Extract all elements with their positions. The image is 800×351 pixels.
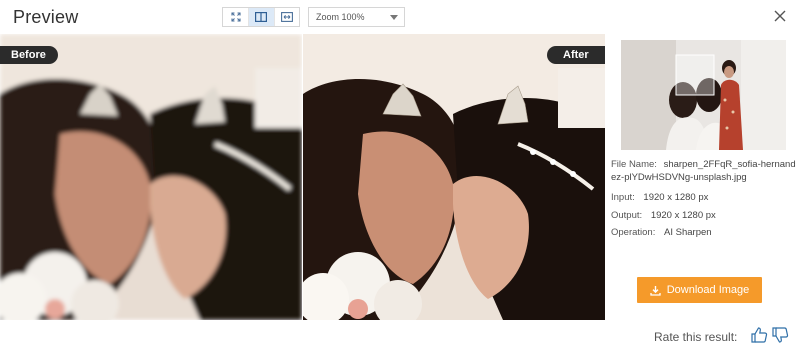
split-view-button[interactable]	[248, 8, 274, 26]
fullscreen-icon	[231, 12, 241, 22]
input-label: Input:	[611, 192, 635, 203]
before-label: Before	[0, 46, 58, 64]
operation-value: AI Sharpen	[664, 227, 712, 238]
compare-icon	[280, 12, 293, 22]
page-title: Preview	[13, 7, 79, 27]
zoom-value: Zoom 100%	[316, 12, 365, 22]
operation-label: Operation:	[611, 227, 656, 238]
close-icon[interactable]	[772, 8, 788, 24]
input-size-row: Input: 1920 x 1280 px	[611, 191, 708, 204]
rate-label: Rate this result:	[654, 330, 738, 344]
thumbs-down-icon[interactable]	[771, 326, 789, 344]
preview-header: Preview Zoom 100%	[0, 0, 800, 34]
download-icon	[650, 285, 661, 296]
view-mode-group	[222, 7, 300, 27]
file-name-label: File Name:	[611, 159, 657, 170]
output-label: Output:	[611, 210, 643, 221]
download-image-button[interactable]: Download Image	[637, 277, 762, 303]
after-label: After	[547, 46, 605, 64]
thumbs-up-icon[interactable]	[750, 326, 768, 344]
split-view-icon	[255, 12, 268, 22]
after-image	[303, 34, 605, 320]
operation-row: Operation: AI Sharpen	[611, 226, 712, 239]
output-value: 1920 x 1280 px	[650, 210, 716, 221]
chevron-down-icon	[390, 15, 398, 20]
fit-screen-button[interactable]	[223, 8, 248, 26]
zoom-select[interactable]: Zoom 100%	[308, 7, 405, 27]
download-label: Download Image	[666, 284, 750, 296]
input-value: 1920 x 1280 px	[643, 192, 709, 203]
compare-slider-button[interactable]	[273, 8, 299, 26]
file-name-row: File Name: sharpen_2FFqR_sofia-hernandez…	[611, 158, 796, 184]
output-size-row: Output: 1920 x 1280 px	[611, 209, 716, 222]
thumbnail-navigator[interactable]	[621, 40, 786, 150]
before-image	[0, 34, 302, 320]
